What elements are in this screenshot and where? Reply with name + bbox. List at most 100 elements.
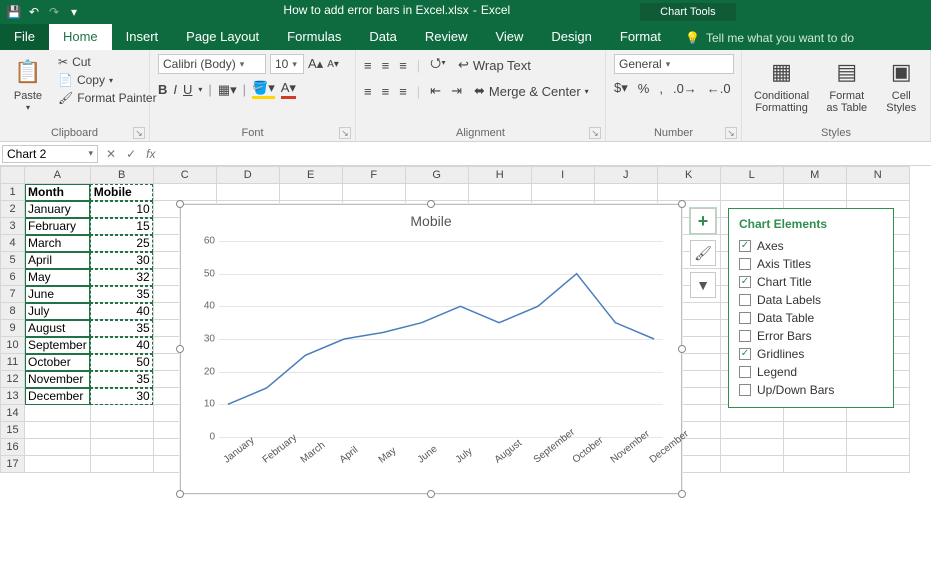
- align-right-icon[interactable]: ≡: [399, 84, 407, 99]
- cell[interactable]: [153, 184, 216, 201]
- cell[interactable]: September: [25, 337, 91, 354]
- cell[interactable]: [846, 184, 909, 201]
- cell[interactable]: [720, 456, 783, 473]
- font-name-combo[interactable]: Calibri (Body)▾: [158, 54, 266, 74]
- cell[interactable]: 25: [90, 235, 153, 252]
- row-header[interactable]: 4: [1, 235, 25, 252]
- cell[interactable]: [720, 422, 783, 439]
- cell[interactable]: [279, 184, 342, 201]
- row-header[interactable]: 17: [1, 456, 25, 473]
- chart-styles-button[interactable]: 🖌: [690, 240, 716, 266]
- merge-dropdown-icon[interactable]: ▾: [585, 87, 589, 96]
- cell[interactable]: June: [25, 286, 91, 303]
- chart-element-option[interactable]: ✓Chart Title: [739, 273, 883, 291]
- row-header[interactable]: 3: [1, 218, 25, 235]
- increase-font-icon[interactable]: A▴: [308, 56, 323, 72]
- row-header[interactable]: 12: [1, 371, 25, 388]
- format-as-table-button[interactable]: ▤Format as Table: [821, 54, 873, 116]
- row-header[interactable]: 5: [1, 252, 25, 269]
- cell[interactable]: [90, 439, 153, 456]
- tab-insert[interactable]: Insert: [112, 24, 173, 50]
- row-header[interactable]: 6: [1, 269, 25, 286]
- row-header[interactable]: 7: [1, 286, 25, 303]
- chart-element-option[interactable]: Error Bars: [739, 327, 883, 345]
- cell[interactable]: [405, 184, 468, 201]
- cell[interactable]: [90, 405, 153, 422]
- cell[interactable]: [25, 422, 91, 439]
- decrease-indent-icon[interactable]: ⇤: [430, 83, 441, 99]
- cell[interactable]: January: [25, 201, 91, 218]
- comma-icon[interactable]: ,: [659, 81, 663, 96]
- cell[interactable]: February: [25, 218, 91, 235]
- paste-button[interactable]: 📋 Paste ▾: [8, 54, 48, 115]
- fx-icon[interactable]: fx: [146, 147, 155, 161]
- borders-button[interactable]: ▦▾: [218, 82, 237, 98]
- italic-button[interactable]: I: [173, 82, 177, 97]
- chart-elements-button[interactable]: +: [690, 208, 716, 234]
- fill-color-button[interactable]: 🪣▾: [252, 80, 275, 99]
- number-format-combo[interactable]: General▾: [614, 54, 734, 74]
- cancel-formula-icon[interactable]: ✕: [106, 147, 116, 161]
- tab-data[interactable]: Data: [355, 24, 410, 50]
- tab-review[interactable]: Review: [411, 24, 482, 50]
- chart-element-option[interactable]: Up/Down Bars: [739, 381, 883, 399]
- font-launcher-icon[interactable]: ↘: [339, 127, 351, 139]
- cell[interactable]: [531, 184, 594, 201]
- chart-element-option[interactable]: Data Labels: [739, 291, 883, 309]
- align-top-icon[interactable]: ≡: [364, 58, 372, 73]
- cell[interactable]: March: [25, 235, 91, 252]
- row-header[interactable]: 10: [1, 337, 25, 354]
- column-header[interactable]: I: [531, 167, 594, 184]
- cell[interactable]: 40: [90, 303, 153, 320]
- paste-dropdown-icon[interactable]: ▾: [26, 104, 30, 113]
- column-header[interactable]: F: [342, 167, 405, 184]
- chart-title[interactable]: Mobile: [181, 205, 681, 233]
- merge-center-button[interactable]: ⬌Merge & Center▾: [472, 82, 591, 100]
- column-header[interactable]: K: [657, 167, 720, 184]
- align-center-icon[interactable]: ≡: [382, 84, 390, 99]
- tab-design[interactable]: Design: [537, 24, 605, 50]
- increase-decimal-icon[interactable]: .0→: [673, 81, 697, 96]
- column-header[interactable]: D: [216, 167, 279, 184]
- chart-element-option[interactable]: ✓Gridlines: [739, 345, 883, 363]
- cell-styles-button[interactable]: ▣Cell Styles: [881, 54, 922, 116]
- cell[interactable]: [468, 184, 531, 201]
- underline-dropdown-icon[interactable]: ▾: [198, 85, 202, 94]
- cell[interactable]: December: [25, 388, 91, 405]
- cell[interactable]: 35: [90, 320, 153, 337]
- cell[interactable]: August: [25, 320, 91, 337]
- cell[interactable]: [783, 456, 846, 473]
- cell[interactable]: [342, 184, 405, 201]
- row-header[interactable]: 16: [1, 439, 25, 456]
- name-box[interactable]: Chart 2 ▾: [2, 145, 98, 163]
- cell[interactable]: October: [25, 354, 91, 371]
- cell[interactable]: [25, 405, 91, 422]
- font-size-combo[interactable]: 10▾: [270, 54, 304, 74]
- tab-view[interactable]: View: [481, 24, 537, 50]
- cell[interactable]: [25, 456, 91, 473]
- cell[interactable]: 32: [90, 269, 153, 286]
- cell[interactable]: July: [25, 303, 91, 320]
- qat-dropdown-icon[interactable]: ▾: [66, 4, 82, 20]
- cell[interactable]: 30: [90, 252, 153, 269]
- align-middle-icon[interactable]: ≡: [382, 58, 390, 73]
- copy-button[interactable]: 📄Copy▾: [56, 72, 159, 88]
- row-header[interactable]: 11: [1, 354, 25, 371]
- chart-element-option[interactable]: Data Table: [739, 309, 883, 327]
- currency-icon[interactable]: $▾: [614, 80, 628, 96]
- increase-indent-icon[interactable]: ⇥: [451, 83, 462, 99]
- column-header[interactable]: A: [25, 167, 91, 184]
- enter-formula-icon[interactable]: ✓: [126, 147, 136, 161]
- tab-format[interactable]: Format: [606, 24, 675, 50]
- row-header[interactable]: 2: [1, 201, 25, 218]
- decrease-font-icon[interactable]: A▾: [327, 59, 339, 70]
- column-header[interactable]: L: [720, 167, 783, 184]
- clipboard-launcher-icon[interactable]: ↘: [133, 127, 145, 139]
- column-header[interactable]: G: [405, 167, 468, 184]
- conditional-formatting-button[interactable]: ▦Conditional Formatting: [750, 54, 813, 116]
- cell[interactable]: 50: [90, 354, 153, 371]
- copy-dropdown-icon[interactable]: ▾: [109, 76, 113, 85]
- undo-icon[interactable]: ↶: [26, 4, 42, 20]
- align-left-icon[interactable]: ≡: [364, 84, 372, 99]
- percent-icon[interactable]: %: [638, 81, 650, 96]
